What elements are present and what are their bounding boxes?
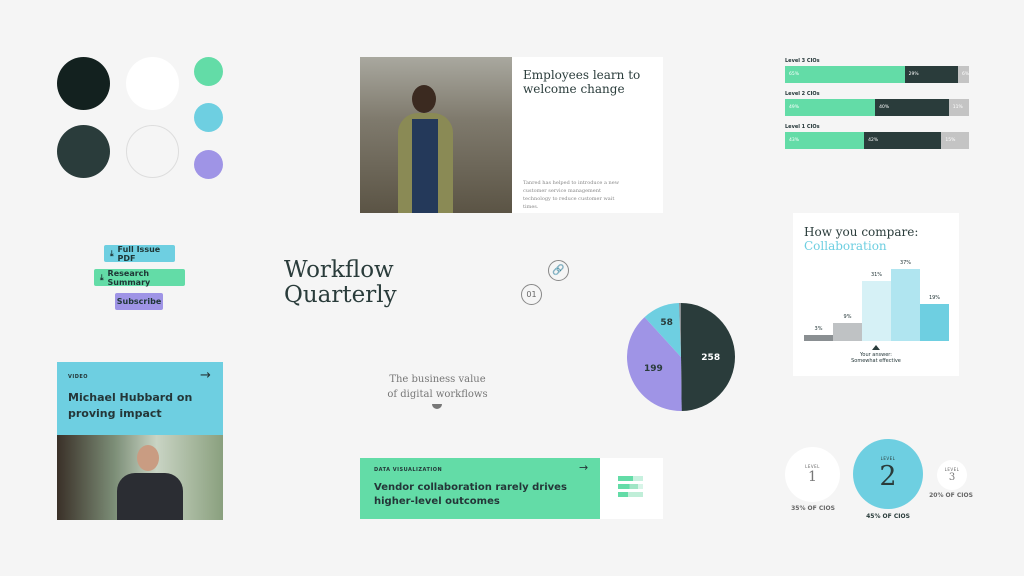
compare-title: How you compare: — [804, 225, 919, 239]
arrow-right-icon: → — [200, 368, 211, 383]
compare-bar-label: 9% — [843, 314, 852, 321]
pie-label: 258 — [701, 353, 720, 363]
compare-bar — [920, 304, 949, 341]
level-3-caption: 20% OF CIOS — [929, 492, 973, 499]
stack-label: Level 2 CIOs — [785, 91, 820, 97]
scroll-down-icon[interactable] — [432, 404, 442, 409]
bar-segment: 15% — [941, 132, 969, 149]
full-issue-pdf-button[interactable]: ⤓ Full Issue PDF — [104, 245, 175, 263]
pie-label: 199 — [644, 364, 663, 374]
swatch-green — [194, 57, 223, 86]
arrow-right-icon: → — [579, 461, 589, 474]
stack-label: Level 3 CIOs — [785, 58, 820, 64]
tagline: The business value of digital workflows — [387, 374, 488, 400]
level-1-caption: 35% OF CIOS — [791, 505, 835, 512]
compare-bar — [833, 323, 862, 341]
stacked-bar: 43% 42% 15% — [785, 132, 969, 149]
compare-bar-label: 19% — [928, 295, 941, 302]
dataviz-kicker: DATA VISUALIZATION — [374, 467, 443, 473]
level-1-circle: LEVEL 1 — [785, 447, 840, 502]
stacked-bar: 49% 40% 11% — [785, 99, 969, 116]
article-photo — [360, 57, 512, 213]
article-body: Tanred has helped to introduce a new cus… — [523, 180, 620, 210]
answer-marker-icon — [872, 345, 880, 350]
compare-bar-label: 31% — [870, 271, 883, 278]
video-card[interactable]: VIDEO → Michael Hubbard on proving impac… — [57, 362, 223, 520]
compare-card: How you compare: Collaboration 3% 9% 31% 37… — [793, 213, 959, 376]
swatch-slate — [57, 125, 110, 178]
compare-subtitle: Collaboration — [804, 239, 887, 253]
bar-segment: 43% — [785, 132, 865, 149]
bar-chart-thumbnail-icon — [618, 476, 643, 497]
bar-segment: 29% — [904, 66, 958, 83]
compare-bar — [862, 280, 891, 341]
swatch-cyan — [194, 103, 223, 132]
video-thumbnail — [57, 435, 223, 520]
level-3-circle: LEVEL 3 — [937, 460, 967, 490]
swatch-white — [126, 57, 179, 110]
compare-bar — [804, 335, 833, 341]
bar-segment: 40% — [875, 99, 949, 116]
stacked-bar: 65% 29% 6% — [785, 66, 969, 83]
page-number: 01 — [521, 284, 542, 305]
research-summary-button[interactable]: ⤓ Research Summary — [94, 269, 185, 287]
pie-label: 58 — [660, 318, 673, 328]
dataviz-title: Vendor collaboration rarely drives highe… — [374, 482, 567, 507]
bar-segment: 42% — [864, 132, 942, 149]
bar-segment: 11% — [948, 99, 969, 116]
link-icon[interactable]: 🔗 — [548, 260, 569, 281]
level-2-caption: 45% OF CIOS — [866, 513, 910, 520]
bar-segment: 6% — [957, 66, 969, 83]
swatch-offwhite — [126, 125, 179, 178]
download-icon: ⤓ — [100, 272, 104, 282]
bar-segment: 49% — [785, 99, 876, 116]
stack-label: Level 1 CIOs — [785, 124, 820, 130]
video-title: Michael Hubbard on proving impact — [68, 391, 193, 420]
swatch-dark — [57, 57, 110, 110]
download-icon: ⤓ — [110, 248, 114, 258]
answer-line2: Somewhat effective — [851, 358, 901, 364]
compare-bar — [891, 269, 920, 341]
compare-bar-label: 37% — [899, 260, 912, 266]
subscribe-button[interactable]: Subscribe — [115, 293, 163, 310]
pie-chart: 258 199 58 — [627, 303, 735, 411]
dataviz-card[interactable]: DATA VISUALIZATION → Vendor collaboratio… — [360, 458, 663, 519]
compare-bar-label: 3% — [814, 326, 823, 333]
article-title: Employees learn to welcome change — [523, 68, 641, 96]
swatch-purple — [194, 150, 223, 179]
article-card[interactable]: Employees learn to welcome change Tanred… — [360, 57, 663, 213]
brand-logo: Workflow Quarterly — [284, 257, 397, 308]
bar-segment: 65% — [785, 66, 905, 83]
video-kicker: VIDEO — [68, 374, 89, 380]
